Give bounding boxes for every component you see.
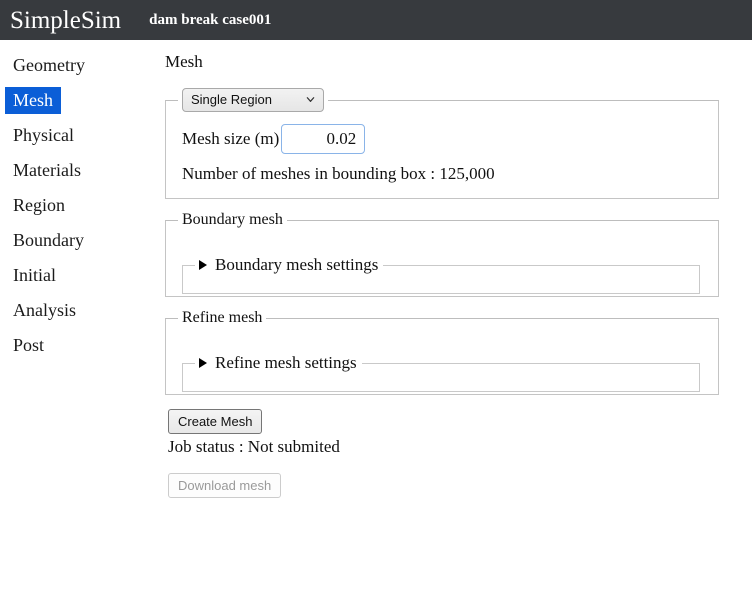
sidebar-row-boundary: Boundary	[0, 223, 160, 258]
region-mesh-panel: Single Region Mesh size (m) Number of me…	[165, 88, 719, 199]
page-title: Mesh	[165, 52, 203, 71]
page-body: Geometry Mesh Physical Materials Region …	[0, 40, 752, 498]
panel-gap-2	[165, 297, 752, 309]
sidebar-item-boundary[interactable]: Boundary	[5, 227, 92, 255]
download-mesh-button[interactable]: Download mesh	[168, 473, 282, 498]
sidebar-item-analysis[interactable]: Analysis	[5, 297, 84, 325]
app-header: SimpleSim dam break case001	[0, 0, 752, 40]
boundary-panel-legend: Boundary mesh	[182, 211, 283, 228]
sidebar-row-geometry: Geometry	[0, 48, 160, 83]
sidebar-item-materials[interactable]: Materials	[5, 157, 89, 185]
mesh-size-input[interactable]	[281, 124, 366, 154]
region-panel-body: Mesh size (m) Number of meshes in boundi…	[166, 112, 718, 198]
region-select[interactable]: Single Region	[182, 88, 324, 112]
case-name-label: dam break case001	[149, 11, 272, 28]
refine-mesh-panel: Refine mesh Refine mesh settings	[165, 309, 719, 395]
actions-gap	[168, 457, 752, 473]
sidebar-item-physical[interactable]: Physical	[5, 122, 82, 150]
boundary-mesh-settings-details[interactable]: Boundary mesh settings	[182, 255, 700, 294]
actions-area: Create Mesh Job status : Not submited Do…	[165, 409, 752, 498]
sidebar-item-post[interactable]: Post	[5, 332, 52, 360]
sidebar-row-initial: Initial	[0, 258, 160, 293]
boundary-summary-row: Boundary mesh settings	[199, 255, 378, 275]
region-select-wrapper: Single Region	[182, 88, 324, 112]
sidebar-item-region[interactable]: Region	[5, 192, 73, 220]
refine-summary-row: Refine mesh settings	[199, 353, 357, 373]
triangle-right-icon	[199, 260, 207, 270]
region-panel-legend: Single Region	[178, 88, 328, 112]
sidebar-row-materials: Materials	[0, 153, 160, 188]
mesh-size-label: Mesh size (m)	[182, 129, 280, 148]
app-brand: SimpleSim	[10, 6, 122, 34]
sidebar-item-initial[interactable]: Initial	[5, 262, 64, 290]
sidebar-row-analysis: Analysis	[0, 293, 160, 328]
sidebar-item-mesh[interactable]: Mesh	[5, 86, 61, 115]
sidebar-row-physical: Physical	[0, 118, 160, 153]
refine-mesh-settings-details[interactable]: Refine mesh settings	[182, 353, 700, 392]
boundary-mesh-settings-body	[183, 275, 699, 293]
boundary-mesh-settings-label: Boundary mesh settings	[215, 255, 379, 274]
refine-panel-legend: Refine mesh	[182, 309, 263, 326]
sidebar-row-post: Post	[0, 328, 160, 363]
create-mesh-button[interactable]: Create Mesh	[168, 409, 263, 434]
sidebar-nav: Geometry Mesh Physical Materials Region …	[0, 40, 160, 363]
refine-mesh-settings-summary[interactable]: Refine mesh settings	[195, 353, 362, 373]
boundary-mesh-panel: Boundary mesh Boundary mesh settings	[165, 211, 719, 297]
sidebar-row-region: Region	[0, 188, 160, 223]
refine-mesh-settings-body	[183, 373, 699, 391]
job-status-label: Job status : Not submited	[168, 437, 340, 456]
boundary-mesh-settings-summary[interactable]: Boundary mesh settings	[195, 255, 383, 275]
mesh-size-row: Mesh size (m)	[182, 124, 702, 154]
bounding-box-info: Number of meshes in bounding box : 125,0…	[182, 164, 495, 183]
panel-gap-1	[165, 199, 752, 211]
sidebar-row-mesh: Mesh	[0, 83, 160, 118]
triangle-right-icon	[199, 358, 207, 368]
main-content: Mesh Single Region Mesh size (m) Number …	[160, 40, 752, 498]
refine-mesh-settings-label: Refine mesh settings	[215, 353, 357, 372]
sidebar-item-geometry[interactable]: Geometry	[5, 52, 93, 80]
